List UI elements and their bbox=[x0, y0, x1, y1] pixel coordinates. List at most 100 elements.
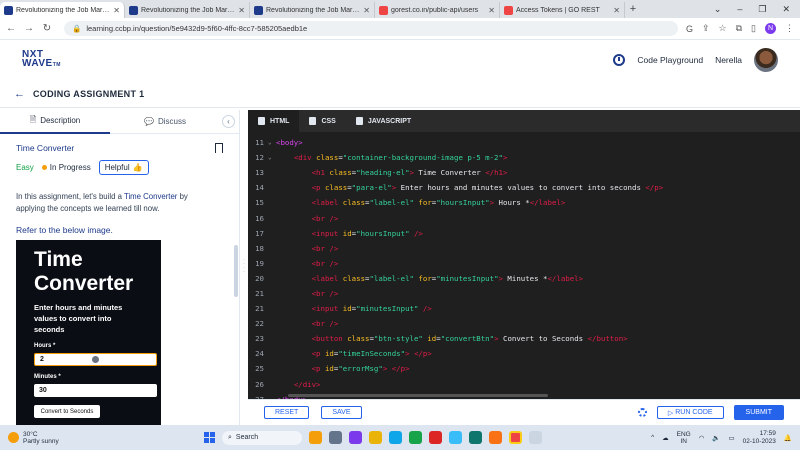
code-line[interactable]: 11 ⌄ <body> bbox=[248, 135, 800, 150]
code-token: </p> bbox=[645, 183, 664, 193]
close-tab-icon[interactable]: ✕ bbox=[113, 6, 120, 15]
code-line[interactable]: 17 <input id="hoursInput" /> bbox=[248, 226, 800, 241]
close-tab-icon[interactable]: ✕ bbox=[238, 6, 245, 15]
back-arrow-icon[interactable]: ← bbox=[14, 88, 25, 100]
reload-icon[interactable]: ↻ bbox=[42, 23, 52, 34]
user-name[interactable]: Nerella bbox=[715, 55, 742, 65]
code-token: for bbox=[418, 273, 432, 283]
code-area[interactable]: 11 ⌄ <body> 12 ⌄ <div class="container-backg… bbox=[248, 132, 800, 407]
editor-scrollbar[interactable] bbox=[288, 394, 548, 397]
browser-tab[interactable]: Revolutionizing the Job Market ✕ bbox=[125, 2, 250, 18]
code-token: class bbox=[347, 334, 370, 344]
code-line[interactable]: 25 <p id="errorMsg"> </p> bbox=[248, 361, 800, 376]
browser-tab[interactable]: Access Tokens | GO REST ✕ bbox=[500, 2, 625, 18]
bookmark-icon[interactable] bbox=[215, 143, 223, 153]
browser-tab[interactable]: Revolutionizing the Job Market ✕ bbox=[250, 2, 375, 18]
gear-icon[interactable] bbox=[637, 408, 647, 417]
back-icon[interactable]: ← bbox=[6, 23, 16, 34]
helpful-button[interactable]: Helpful 👍 bbox=[98, 160, 149, 175]
minimize-button[interactable]: – bbox=[737, 4, 742, 15]
weather-widget[interactable]: 30°C Partly sunny bbox=[8, 431, 158, 445]
app-l-icon[interactable] bbox=[449, 431, 462, 444]
app-teal-icon[interactable] bbox=[469, 431, 482, 444]
code-line[interactable]: 22 <br /> bbox=[248, 316, 800, 331]
cloud-icon[interactable]: ☁ bbox=[662, 434, 669, 442]
nxtwave-logo[interactable]: NXT WAVETM bbox=[22, 50, 61, 70]
tab-css[interactable]: CSS bbox=[299, 110, 345, 132]
code-line[interactable]: 21 <input id="minutesInput" /> bbox=[248, 301, 800, 316]
code-token: "container-background-image p-5 m-2" bbox=[342, 153, 503, 163]
timer-icon[interactable] bbox=[613, 54, 626, 66]
wifi-icon[interactable]: ◠ bbox=[699, 434, 705, 442]
close-tab-icon[interactable]: ✕ bbox=[488, 6, 495, 15]
reset-button[interactable]: RESET bbox=[264, 406, 310, 419]
app-window-icon[interactable] bbox=[529, 431, 542, 444]
teams-icon[interactable] bbox=[349, 431, 362, 444]
browser-tab[interactable]: Revolutionizing the Job Market ✕ bbox=[0, 2, 125, 18]
volume-icon[interactable]: 🔈 bbox=[712, 434, 720, 442]
code-line[interactable]: 23 <button class="btn-style" id="convert… bbox=[248, 331, 800, 346]
code-line[interactable]: 24 <p id="timeInSeconds"> </p> bbox=[248, 346, 800, 361]
code-line[interactable]: 20 <label class="label-el" for="minutesI… bbox=[248, 271, 800, 286]
file-explorer-icon[interactable] bbox=[369, 431, 382, 444]
close-tab-icon[interactable]: ✕ bbox=[363, 6, 370, 15]
tab-discuss[interactable]: 💬 Discuss bbox=[110, 110, 220, 134]
preview-hours-input: 2 bbox=[34, 353, 157, 366]
google-icon[interactable]: G bbox=[686, 24, 693, 34]
extensions-icon[interactable]: ⧉ bbox=[736, 23, 742, 34]
url-field[interactable]: 🔒 learning.ccbp.in/question/5e9432d9-5f6… bbox=[64, 21, 678, 36]
widgets-icon[interactable] bbox=[309, 431, 322, 444]
chevron-up-icon[interactable]: ^ bbox=[651, 434, 654, 441]
browser-tab[interactable]: gorest.co.in/public-api/users ✕ bbox=[375, 2, 500, 18]
chrome-icon[interactable] bbox=[509, 431, 522, 444]
store-icon[interactable] bbox=[409, 431, 422, 444]
code-line[interactable]: 18 <br /> bbox=[248, 241, 800, 256]
code-playground-link[interactable]: Code Playground bbox=[637, 55, 703, 65]
language-indicator[interactable]: ENG IN bbox=[677, 431, 691, 445]
taskbar-search[interactable]: ⌕ Search bbox=[222, 430, 302, 445]
tab-javascript[interactable]: JAVASCRIPT bbox=[346, 110, 421, 132]
collapse-panel-button[interactable]: ‹ bbox=[222, 115, 235, 128]
battery-icon[interactable]: ▭ bbox=[729, 434, 735, 442]
code-line[interactable]: 14 <p class="para-el"> Enter hours and m… bbox=[248, 180, 800, 195]
maximize-button[interactable]: ❐ bbox=[758, 4, 766, 15]
fold-icon[interactable]: ⌄ bbox=[268, 139, 276, 146]
user-avatar[interactable] bbox=[754, 48, 778, 72]
task-view-icon[interactable] bbox=[329, 431, 342, 444]
tab-search-icon[interactable]: ⌄ bbox=[714, 4, 722, 15]
profile-avatar[interactable]: N bbox=[765, 23, 776, 34]
forward-icon[interactable]: → bbox=[24, 23, 34, 34]
code-token: /> bbox=[413, 228, 423, 238]
firefox-icon[interactable] bbox=[489, 431, 502, 444]
code-line[interactable]: 12 ⌄ <div class="container-background-ima… bbox=[248, 150, 800, 165]
new-tab-button[interactable]: + bbox=[625, 3, 641, 15]
share-icon[interactable]: ⇪ bbox=[702, 23, 710, 34]
edge-icon[interactable] bbox=[389, 431, 402, 444]
run-code-button[interactable]: ▷ RUN CODE bbox=[656, 406, 724, 419]
app-header: NXT WAVETM Code Playground Nerella bbox=[0, 40, 800, 80]
menu-icon[interactable]: ⋮ bbox=[785, 23, 794, 34]
code-line[interactable]: 19 <br /> bbox=[248, 256, 800, 271]
close-tab-icon[interactable]: ✕ bbox=[613, 6, 620, 15]
code-line[interactable]: 16 <br /> bbox=[248, 210, 800, 225]
code-line[interactable]: 15 <label class="label-el" for="hoursInp… bbox=[248, 195, 800, 210]
tab-description[interactable]: 🗎 Description bbox=[0, 110, 110, 134]
panel-scrollbar[interactable] bbox=[234, 245, 238, 297]
clock[interactable]: 17:59 02-10-2023 bbox=[743, 430, 776, 446]
code-token: <p bbox=[311, 349, 325, 359]
resize-handle[interactable]: · · · · bbox=[242, 257, 246, 276]
close-window-button[interactable]: ✕ bbox=[782, 4, 790, 15]
submit-button[interactable]: SUBMIT bbox=[733, 405, 784, 420]
save-button[interactable]: SAVE bbox=[321, 406, 362, 419]
notification-icon[interactable]: 🔔 bbox=[784, 434, 792, 442]
mcafee-icon[interactable] bbox=[429, 431, 442, 444]
windows-start-icon[interactable] bbox=[204, 432, 215, 443]
sidepanel-icon[interactable]: ▯ bbox=[751, 23, 756, 34]
fold-icon[interactable]: ⌄ bbox=[268, 154, 276, 161]
code-line[interactable]: 21 <br /> bbox=[248, 286, 800, 301]
star-icon[interactable]: ☆ bbox=[719, 23, 727, 34]
code-line[interactable]: 13 <h1 class="heading-el"> Time Converte… bbox=[248, 165, 800, 180]
tab-html[interactable]: HTML bbox=[248, 110, 300, 132]
code-line[interactable]: 26 </div> bbox=[248, 377, 800, 392]
